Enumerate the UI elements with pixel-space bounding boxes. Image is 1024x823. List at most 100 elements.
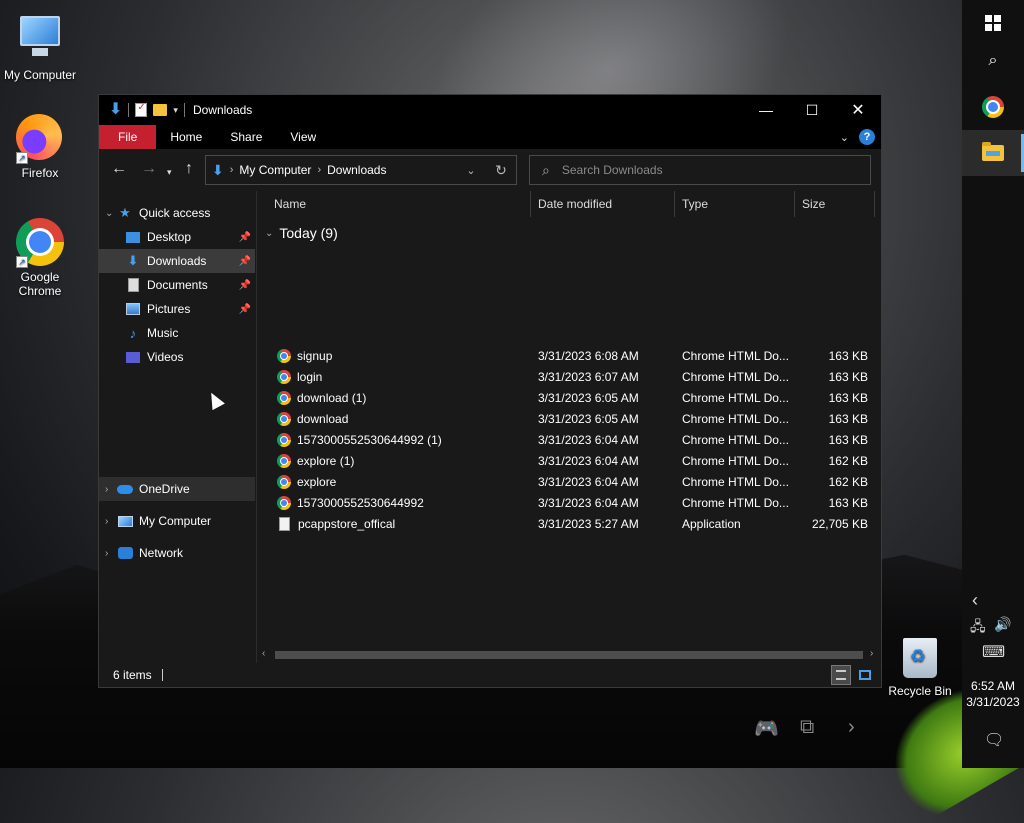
close-button[interactable]: ✕ bbox=[835, 95, 881, 125]
column-date-modified[interactable]: Date modified bbox=[531, 191, 675, 217]
large-icons-view-button[interactable] bbox=[855, 665, 875, 685]
music-folder-icon: ♪ bbox=[129, 325, 137, 341]
nav-quick-access[interactable]: ⌄ ★ Quick access bbox=[99, 201, 255, 225]
keyboard-icon[interactable]: ⌨ bbox=[982, 642, 1005, 662]
up-arrow-icon[interactable]: ↑ bbox=[185, 161, 193, 177]
file-row[interactable]: signup 3/31/2023 6:08 AM Chrome HTML Do.… bbox=[257, 345, 881, 366]
application-file-icon bbox=[279, 516, 290, 531]
scroll-right-arrow-icon[interactable]: › bbox=[870, 648, 873, 659]
nav-network[interactable]: › Network bbox=[99, 541, 255, 565]
show-hidden-icons-chevron-icon[interactable]: ‹ bbox=[972, 590, 978, 611]
file-row[interactable]: pcappstore_offical 3/31/2023 5:27 AM App… bbox=[257, 513, 881, 534]
search-button[interactable]: ⌕ bbox=[962, 38, 1024, 84]
file-row[interactable]: login 3/31/2023 6:07 AM Chrome HTML Do..… bbox=[257, 366, 881, 387]
network-status-icon[interactable]: 🖧 bbox=[970, 616, 986, 640]
details-view-button[interactable] bbox=[831, 665, 851, 685]
minimize-icon: — bbox=[759, 102, 773, 118]
nav-onedrive[interactable]: › OneDrive bbox=[99, 477, 255, 501]
nav-item-videos[interactable]: Videos bbox=[99, 345, 255, 369]
address-history-chevron-icon[interactable]: ⌄ bbox=[456, 164, 486, 177]
column-name[interactable]: Name bbox=[267, 191, 531, 217]
search-box[interactable]: ⌕ bbox=[529, 155, 871, 185]
file-date: 3/31/2023 5:27 AM bbox=[538, 516, 639, 531]
expand-chevron-icon[interactable]: › bbox=[105, 516, 117, 527]
help-icon[interactable]: ? bbox=[859, 129, 875, 145]
nav-item-downloads[interactable]: ⬇ Downloads 📌 bbox=[99, 249, 255, 273]
action-center-icon[interactable]: 🗨 bbox=[984, 730, 1004, 750]
file-row[interactable]: 1573000552530644992 3/31/2023 6:04 AM Ch… bbox=[257, 492, 881, 513]
gamepad-icon[interactable]: 🎮 bbox=[754, 716, 779, 741]
file-date: 3/31/2023 6:05 AM bbox=[538, 411, 639, 426]
breadcrumb-chevron-icon[interactable]: › bbox=[230, 164, 234, 176]
forward-arrow-icon[interactable]: → bbox=[141, 161, 157, 177]
nav-item-music[interactable]: ♪ Music bbox=[99, 321, 255, 345]
nav-label: Videos bbox=[147, 350, 184, 364]
file-row[interactable]: download (1) 3/31/2023 6:05 AM Chrome HT… bbox=[257, 387, 881, 408]
nav-item-desktop[interactable]: Desktop 📌 bbox=[99, 225, 255, 249]
title-bar[interactable]: ⬇ ▾ Downloads — ☐ ✕ bbox=[99, 95, 881, 125]
file-date: 3/31/2023 6:05 AM bbox=[538, 390, 639, 405]
tab-file[interactable]: File bbox=[99, 125, 157, 149]
downloads-location-icon: ⬇ bbox=[212, 162, 224, 178]
tab-view[interactable]: View bbox=[276, 125, 330, 149]
scroll-left-arrow-icon[interactable]: ‹ bbox=[262, 648, 265, 659]
desktop-icon-google-chrome[interactable]: ↗ Google Chrome bbox=[0, 218, 80, 298]
download-arrow-icon: ⬇ bbox=[109, 101, 123, 118]
nav-my-computer[interactable]: › My Computer bbox=[99, 509, 255, 533]
desktop-icon-label: Google Chrome bbox=[18, 270, 62, 298]
desktop-icon-my-computer[interactable]: My Computer bbox=[0, 10, 80, 82]
desktop-icon-recycle-bin[interactable]: Recycle Bin bbox=[884, 638, 956, 698]
group-header-today[interactable]: ⌄ Today (9) bbox=[265, 225, 338, 241]
expand-ribbon-chevron-icon[interactable]: ⌄ bbox=[840, 131, 849, 144]
file-type: Chrome HTML Do... bbox=[682, 495, 789, 510]
scrollbar-thumb[interactable] bbox=[275, 651, 863, 659]
maximize-button[interactable]: ☐ bbox=[789, 95, 835, 125]
minimize-button[interactable]: — bbox=[743, 95, 789, 125]
recycle-bin-icon bbox=[903, 638, 937, 678]
file-size: 163 KB bbox=[828, 495, 868, 510]
breadcrumb-my-computer[interactable]: My Computer bbox=[239, 163, 311, 177]
recent-locations-chevron-icon[interactable]: ▾ bbox=[167, 164, 172, 180]
address-bar[interactable]: ⬇ › My Computer › Downloads ⌄ ↻ bbox=[205, 155, 517, 185]
desktop-icon-label: Recycle Bin bbox=[888, 684, 952, 698]
nav-item-pictures[interactable]: Pictures 📌 bbox=[99, 297, 255, 321]
file-row[interactable]: 1573000552530644992 (1) 3/31/2023 6:04 A… bbox=[257, 429, 881, 450]
system-clock[interactable]: 6:52 AM 3/31/2023 bbox=[962, 678, 1024, 710]
file-row[interactable]: explore (1) 3/31/2023 6:04 AM Chrome HTM… bbox=[257, 450, 881, 471]
file-date: 3/31/2023 6:04 AM bbox=[538, 495, 639, 510]
breadcrumb-downloads[interactable]: Downloads bbox=[327, 163, 386, 177]
customize-toolbar-chevron-icon[interactable]: ▾ bbox=[173, 105, 178, 116]
column-type[interactable]: Type bbox=[675, 191, 795, 217]
properties-icon[interactable] bbox=[135, 102, 148, 117]
file-date: 3/31/2023 6:04 AM bbox=[538, 453, 639, 468]
taskbar-chrome-button[interactable] bbox=[962, 84, 1024, 130]
tab-home[interactable]: Home bbox=[156, 125, 216, 149]
search-input[interactable] bbox=[559, 162, 840, 178]
horizontal-scrollbar[interactable]: ‹ › bbox=[257, 647, 881, 663]
column-size[interactable]: Size bbox=[795, 191, 875, 217]
collapse-chevron-icon[interactable]: ⌄ bbox=[105, 208, 117, 219]
nav-label: Pictures bbox=[147, 302, 191, 316]
file-row[interactable]: download 3/31/2023 6:05 AM Chrome HTML D… bbox=[257, 408, 881, 429]
tab-share[interactable]: Share bbox=[216, 125, 276, 149]
breadcrumb-chevron-icon[interactable]: › bbox=[317, 164, 321, 176]
pin-icon: 📌 bbox=[238, 231, 251, 243]
desktop-icon-label: Firefox bbox=[21, 166, 59, 180]
back-arrow-icon[interactable]: ← bbox=[111, 161, 127, 177]
nav-label: Documents bbox=[147, 278, 208, 292]
chevron-right-icon[interactable]: › bbox=[848, 716, 855, 739]
expand-chevron-icon[interactable]: › bbox=[105, 484, 117, 495]
nav-item-documents[interactable]: Documents 📌 bbox=[99, 273, 255, 297]
volume-icon[interactable]: 🔊 bbox=[994, 616, 1011, 633]
collapse-group-chevron-icon[interactable]: ⌄ bbox=[265, 228, 273, 239]
desktop-icon-firefox[interactable]: ↗ Firefox bbox=[0, 114, 80, 180]
refresh-icon[interactable]: ↻ bbox=[486, 162, 516, 179]
pictures-folder-icon bbox=[125, 301, 141, 317]
new-folder-icon[interactable] bbox=[153, 104, 168, 116]
taskbar-file-explorer-button[interactable] bbox=[962, 130, 1024, 176]
toolbar-separator bbox=[128, 103, 130, 117]
nav-label: Downloads bbox=[147, 254, 207, 268]
expand-chevron-icon[interactable]: › bbox=[105, 548, 117, 559]
file-row[interactable]: explore 3/31/2023 6:04 AM Chrome HTML Do… bbox=[257, 471, 881, 492]
restore-window-icon[interactable]: ⧉ bbox=[800, 716, 814, 739]
